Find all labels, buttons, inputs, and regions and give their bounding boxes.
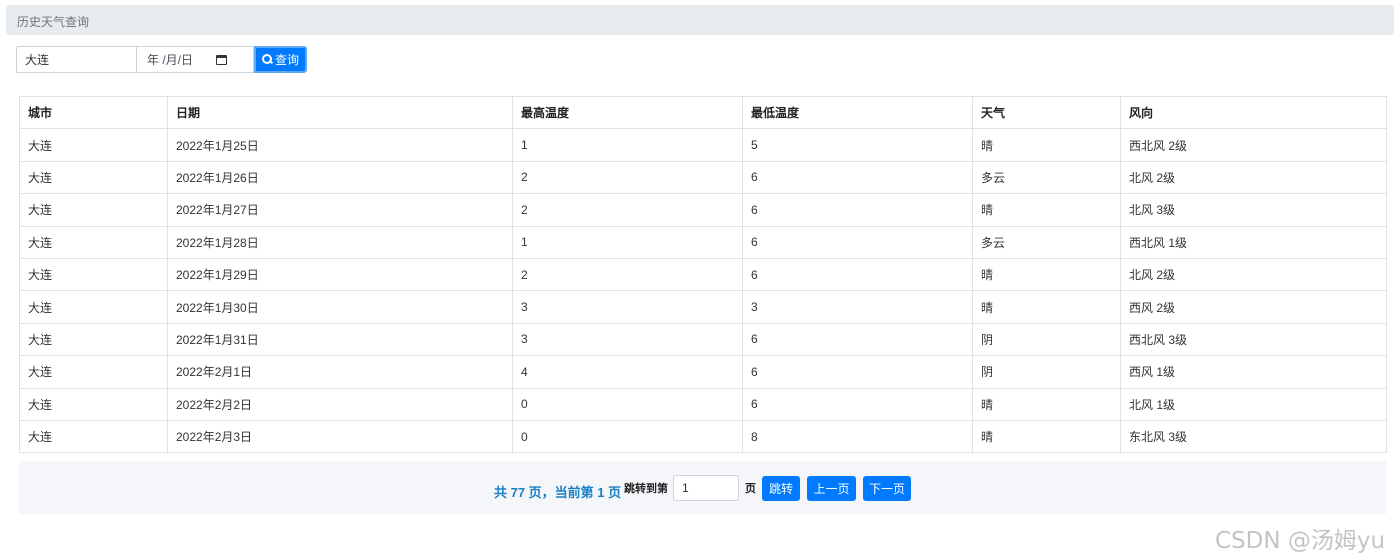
cell-date: 2022年1月28日 — [167, 225, 513, 259]
cell-date: 2022年1月27日 — [167, 193, 513, 227]
cell-wind: 西风 1级 — [1120, 355, 1387, 389]
breadcrumb-title: 历史天气查询 — [17, 15, 90, 29]
table-row: 大连 2022年2月1日 4 6 阴 西风 1级 — [19, 355, 1387, 389]
header-max-temp: 最高温度 — [512, 95, 743, 130]
cell-wind: 西风 2级 — [1120, 290, 1387, 324]
cell-city: 大连 — [19, 387, 168, 421]
page-summary: 共 77 页，当前第 1 页 — [494, 485, 622, 500]
pagination-bar: 共 77 页，当前第 1 页 跳转到第 页 跳转 上一页 下一页 — [19, 461, 1386, 514]
page-number-input[interactable] — [673, 475, 739, 501]
cell-city: 大连 — [19, 128, 168, 162]
cell-min-temp: 6 — [742, 322, 973, 357]
cell-city: 大连 — [19, 257, 168, 292]
cell-wind: 西北风 2级 — [1120, 128, 1387, 162]
city-input[interactable] — [16, 46, 136, 73]
cell-city: 大连 — [19, 225, 168, 259]
cell-min-temp: 6 — [742, 355, 973, 389]
weather-table: 城市 日期 最高温度 最低温度 天气 风向 大连 2022年1月25日 1 5 … — [19, 95, 1387, 454]
jump-label: 跳转到第 — [624, 483, 668, 495]
cell-weather: 晴 — [972, 257, 1121, 292]
header-min-temp: 最低温度 — [742, 95, 973, 130]
table-row: 大连 2022年1月31日 3 6 阴 西北风 3级 — [19, 322, 1387, 357]
cell-city: 大连 — [19, 322, 168, 357]
cell-max-temp: 0 — [512, 419, 743, 454]
cell-city: 大连 — [19, 290, 168, 324]
calendar-icon[interactable] — [216, 54, 227, 65]
cell-weather: 晴 — [972, 419, 1121, 454]
cell-min-temp: 6 — [742, 257, 973, 292]
cell-wind: 北风 1级 — [1120, 387, 1387, 421]
cell-date: 2022年2月2日 — [167, 387, 513, 421]
cell-city: 大连 — [19, 193, 168, 227]
cell-weather: 晴 — [972, 193, 1121, 227]
table-row: 大连 2022年1月30日 3 3 晴 西风 2级 — [19, 290, 1387, 324]
query-button-label: 查询 — [274, 53, 299, 67]
cell-wind: 北风 2级 — [1120, 160, 1387, 195]
search-form: 年 /月/日 查询 — [16, 46, 307, 73]
cell-date: 2022年2月3日 — [167, 419, 513, 454]
cell-date: 2022年2月1日 — [167, 355, 513, 389]
prev-page-button[interactable]: 上一页 — [807, 476, 856, 501]
cell-weather: 多云 — [972, 225, 1121, 259]
query-button[interactable]: 查询 — [254, 46, 307, 73]
table-row: 大连 2022年1月29日 2 6 晴 北风 2级 — [19, 257, 1387, 292]
cell-date: 2022年1月26日 — [167, 160, 513, 195]
cell-min-temp: 6 — [742, 387, 973, 421]
table-row: 大连 2022年1月26日 2 6 多云 北风 2级 — [19, 160, 1387, 195]
cell-max-temp: 1 — [512, 225, 743, 259]
search-icon — [261, 54, 273, 65]
table-header-row: 城市 日期 最高温度 最低温度 天气 风向 — [19, 95, 1387, 130]
cell-wind: 东北风 3级 — [1120, 419, 1387, 454]
cell-max-temp: 3 — [512, 322, 743, 357]
cell-max-temp: 4 — [512, 355, 743, 389]
cell-weather: 晴 — [972, 290, 1121, 324]
cell-min-temp: 8 — [742, 419, 973, 454]
header-city: 城市 — [19, 95, 168, 130]
header-wind: 风向 — [1120, 95, 1387, 130]
cell-weather: 阴 — [972, 355, 1121, 389]
date-input[interactable]: 年 /月/日 — [136, 46, 254, 73]
cell-min-temp: 6 — [742, 225, 973, 259]
cell-date: 2022年1月31日 — [167, 322, 513, 357]
jump-button[interactable]: 跳转 — [762, 476, 800, 501]
breadcrumb-bar: 历史天气查询 — [6, 5, 1394, 35]
header-date: 日期 — [167, 95, 513, 130]
cell-wind: 北风 3级 — [1120, 193, 1387, 227]
cell-weather: 多云 — [972, 160, 1121, 195]
cell-city: 大连 — [19, 160, 168, 195]
cell-weather: 晴 — [972, 128, 1121, 162]
table-row: 大连 2022年1月25日 1 5 晴 西北风 2级 — [19, 128, 1387, 162]
cell-min-temp: 6 — [742, 193, 973, 227]
header-weather: 天气 — [972, 95, 1121, 130]
cell-wind: 西北风 3级 — [1120, 322, 1387, 357]
table-row: 大连 2022年1月28日 1 6 多云 西北风 1级 — [19, 225, 1387, 259]
cell-date: 2022年1月29日 — [167, 257, 513, 292]
cell-wind: 北风 2级 — [1120, 257, 1387, 292]
table-row: 大连 2022年2月2日 0 6 晴 北风 1级 — [19, 387, 1387, 421]
cell-city: 大连 — [19, 355, 168, 389]
date-placeholder: 年 /月/日 — [147, 53, 194, 67]
cell-city: 大连 — [19, 419, 168, 454]
cell-min-temp: 6 — [742, 160, 973, 195]
cell-max-temp: 3 — [512, 290, 743, 324]
cell-weather: 阴 — [972, 322, 1121, 357]
table-row: 大连 2022年2月3日 0 8 晴 东北风 3级 — [19, 419, 1387, 454]
cell-max-temp: 2 — [512, 257, 743, 292]
table-row: 大连 2022年1月27日 2 6 晴 北风 3级 — [19, 193, 1387, 227]
cell-max-temp: 2 — [512, 160, 743, 195]
cell-min-temp: 5 — [742, 128, 973, 162]
next-page-button[interactable]: 下一页 — [863, 476, 911, 501]
cell-max-temp: 1 — [512, 128, 743, 162]
cell-date: 2022年1月30日 — [167, 290, 513, 324]
cell-date: 2022年1月25日 — [167, 128, 513, 162]
cell-max-temp: 2 — [512, 193, 743, 227]
cell-max-temp: 0 — [512, 387, 743, 421]
cell-weather: 晴 — [972, 387, 1121, 421]
cell-wind: 西北风 1级 — [1120, 225, 1387, 259]
cell-min-temp: 3 — [742, 290, 973, 324]
watermark: CSDN @汤姆yu — [1215, 528, 1386, 554]
page-suffix: 页 — [745, 483, 756, 495]
